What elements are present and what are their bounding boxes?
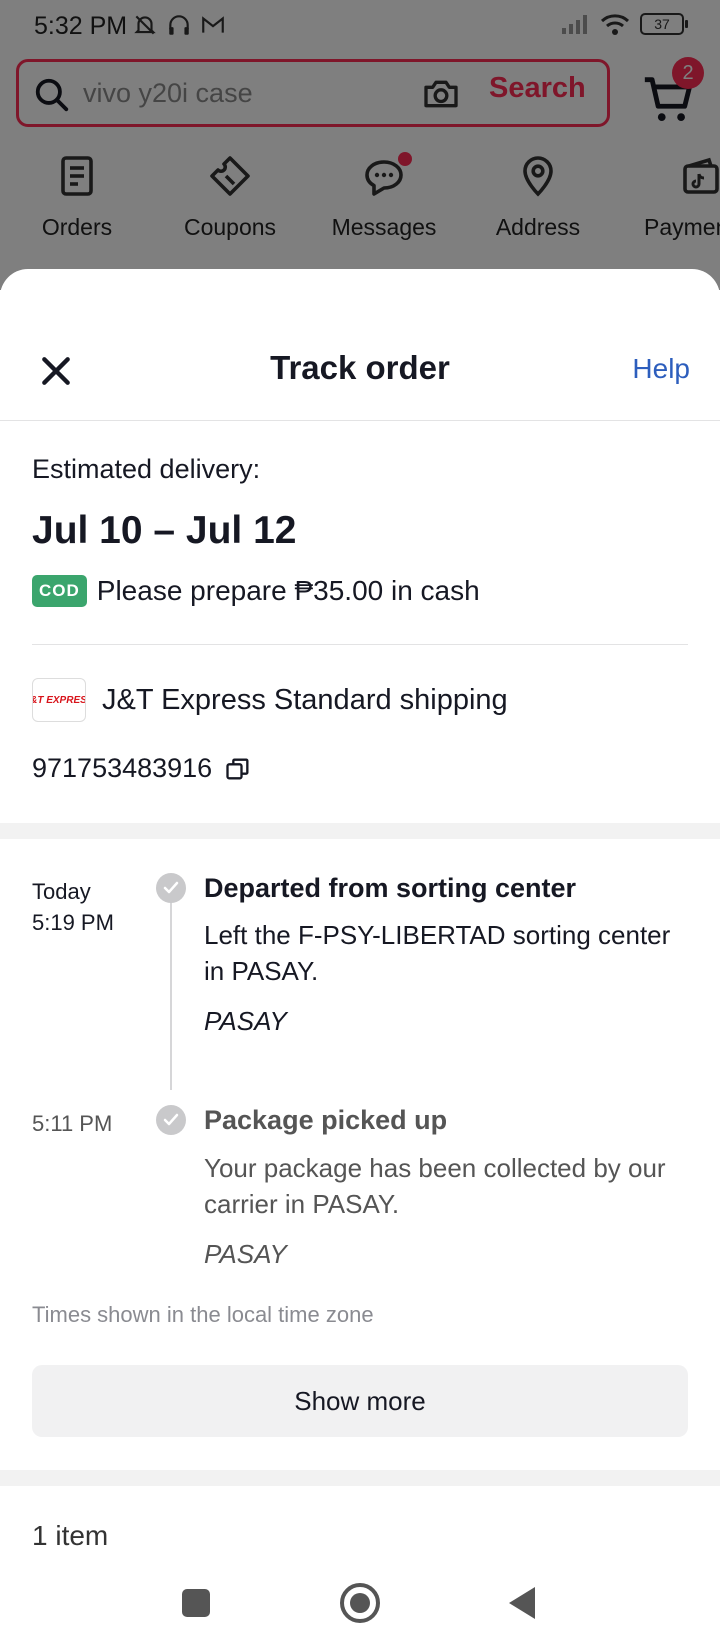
cod-badge: COD — [32, 575, 87, 607]
sheet-title: Track order — [270, 349, 450, 386]
timeline-connector — [170, 889, 172, 1090]
estimated-delivery-label: Estimated delivery: — [32, 454, 261, 484]
event-day: Today — [32, 879, 91, 904]
cod-text: Please prepare ₱35.00 in cash — [96, 575, 480, 606]
home-icon[interactable] — [335, 1578, 385, 1628]
carrier-row: J&T EXPRESS J&T Express Standard shippin… — [32, 678, 508, 722]
event-time: 5:19 PM — [32, 910, 114, 935]
carrier-logo: J&T EXPRESS — [32, 678, 86, 722]
estimated-delivery-date: Jul 10 – Jul 12 — [32, 509, 297, 552]
system-nav-bar — [0, 1556, 720, 1650]
event-title: Package picked up — [204, 1105, 448, 1135]
event-time: 5:11 PM — [32, 1111, 113, 1136]
check-icon — [156, 1105, 186, 1135]
items-count: 1 item — [32, 1520, 109, 1551]
show-more-button[interactable]: Show more — [32, 1365, 688, 1437]
section-separator — [0, 823, 720, 839]
copy-icon[interactable] — [224, 755, 252, 783]
event-title: Departed from sorting center — [204, 873, 577, 903]
tracking-number: 971753483916 — [32, 753, 213, 783]
recent-apps-icon[interactable] — [171, 1578, 221, 1628]
event-description: Left the F-PSY-LIBERTAD sorting center i… — [204, 920, 671, 986]
check-icon — [156, 873, 186, 903]
cod-notice: COD Please prepare ₱35.00 in cash — [32, 575, 480, 607]
event-description: Your package has been collected by our c… — [204, 1153, 666, 1219]
carrier-name: J&T Express Standard shipping — [102, 683, 508, 716]
modal-scrim[interactable] — [0, 0, 720, 290]
timezone-note: Times shown in the local time zone — [32, 1302, 374, 1327]
event-location: PASAY — [204, 1239, 287, 1269]
event-location: PASAY — [204, 1006, 287, 1036]
track-order-sheet: Track order Help Estimated delivery: Jul… — [0, 269, 720, 1569]
tracking-row: 971753483916 — [32, 753, 252, 784]
back-icon[interactable] — [499, 1578, 549, 1628]
help-link[interactable]: Help — [632, 353, 690, 385]
divider — [32, 644, 688, 645]
sheet-header: Track order Help — [0, 269, 720, 421]
section-separator — [0, 1470, 720, 1486]
carrier-logo-text: J&T EXPRESS — [33, 694, 85, 706]
